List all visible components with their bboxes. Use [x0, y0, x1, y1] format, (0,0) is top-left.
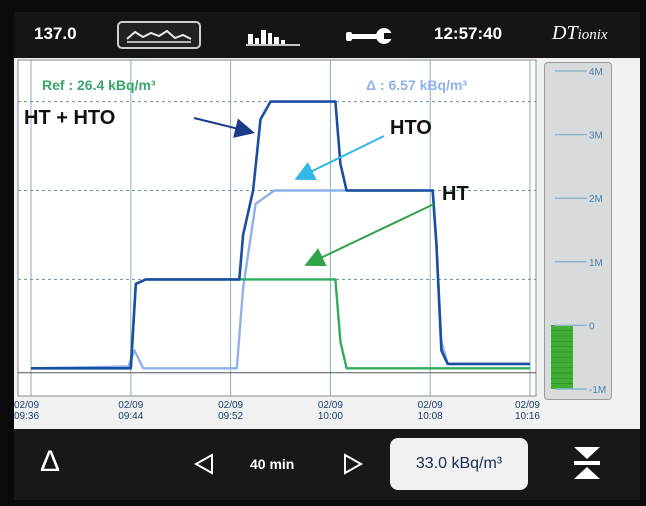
x-tick-date: 02/09 [515, 400, 540, 411]
scroll-back-button[interactable] [190, 449, 218, 479]
current-value: 137.0 [34, 24, 77, 43]
scroll-forward-button[interactable] [339, 449, 367, 479]
gauge-scale: 4M 3M 2M 1M 0 -1M [551, 67, 606, 396]
gauge-tick-label: 4M [589, 67, 603, 78]
gauge-tick-label: 0 [589, 321, 595, 332]
triangle-left-icon [193, 453, 213, 475]
trend-chart[interactable]: Ref : 26.4 kBq/m³ Δ : 6.57 kBq/m³ HT + H… [14, 58, 540, 429]
gauge-tick-label: 1M [589, 258, 603, 269]
gauge-tick-label: 2M [589, 194, 603, 205]
trend-view-button[interactable] [117, 21, 201, 49]
x-tick-date: 02/09 [318, 400, 343, 411]
wrench-icon [346, 28, 396, 44]
trend-graph-icon [126, 29, 192, 43]
histogram-icon [246, 30, 300, 46]
x-tick-time: 10:08 [418, 411, 443, 422]
current-reading: 33.0 kBq/m³ [415, 455, 503, 472]
x-tick-time: 09:52 [218, 411, 243, 422]
x-tick-time: 09:44 [118, 411, 143, 422]
x-axis-ticks: 02/0909:3602/0909:4402/0909:5202/0910:00… [14, 400, 540, 422]
main-panel: Ref : 26.4 kBq/m³ Δ : 6.57 kBq/m³ HT + H… [14, 58, 640, 429]
x-tick-date: 02/09 [14, 400, 39, 411]
x-tick-date: 02/09 [118, 400, 143, 411]
delta-button[interactable]: Δ [32, 443, 68, 481]
histogram-view-button[interactable] [242, 24, 302, 48]
brand-sub: ionix [577, 27, 608, 43]
device-screen: 137.0 12:57:40 DTionix Ref: 26.4 kBq/m³… [14, 12, 640, 500]
scale-toggle-icon [574, 447, 600, 479]
x-tick-time: 10:00 [318, 411, 343, 422]
gauge-tick-label: -1M [589, 385, 606, 396]
x-tick-date: 02/09 [418, 400, 443, 411]
annotation-hto: HTO [390, 117, 432, 139]
current-reading-button[interactable]: 33.0 kBq/m³ [390, 438, 528, 490]
scale-toggle-button[interactable] [570, 443, 604, 483]
time-window-label: 40 min [250, 456, 295, 472]
x-tick-date: 02/09 [218, 400, 243, 411]
triangle-right-icon [344, 453, 364, 475]
annotation-ht: HT [442, 183, 469, 205]
x-tick-time: 10:16 [515, 411, 540, 422]
brand-logo: DTionix [552, 22, 608, 45]
annotation-ht-hto: HT + HTO [24, 107, 115, 129]
level-gauge: 4M 3M 2M 1M 0 -1M [544, 62, 612, 400]
x-tick-time: 09:36 [14, 411, 39, 422]
clock-time: 12:57:40 [434, 24, 503, 43]
gauge-tick-label: 3M [589, 131, 603, 142]
reference-label: Ref : 26.4 kBq/m³ [42, 77, 156, 93]
brand-main: DT [552, 22, 578, 44]
delta-label: Δ : 6.57 kBq/m³ [366, 77, 467, 93]
settings-tools-button[interactable] [344, 26, 400, 46]
top-bar: 137.0 12:57:40 DTionix [14, 12, 640, 58]
bottom-bar: Δ 40 min 33.0 kBq/m³ [14, 429, 640, 500]
